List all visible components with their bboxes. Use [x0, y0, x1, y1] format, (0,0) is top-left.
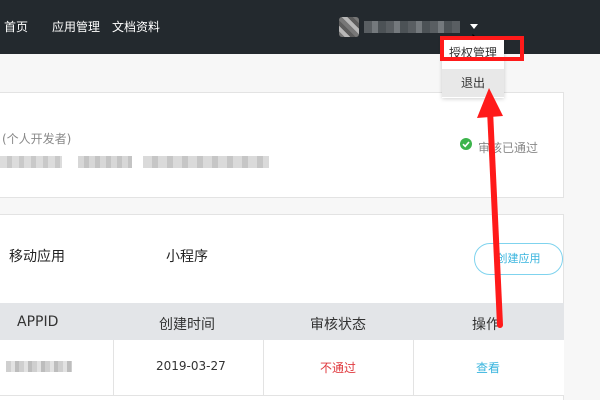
nav-app-management[interactable]: 应用管理: [52, 19, 100, 35]
created-date: 2019-03-27: [156, 359, 226, 373]
view-link[interactable]: 查看: [476, 359, 500, 376]
column-header-audit-status: 审核状态: [310, 317, 366, 333]
nav-docs[interactable]: 文档资料: [112, 19, 160, 35]
annotation-highlight-box: [440, 36, 524, 61]
column-divider: [113, 340, 114, 396]
appid-redacted: [6, 361, 72, 372]
tab-mini-programs[interactable]: 小程序: [166, 246, 208, 266]
tab-mobile-apps[interactable]: 移动应用: [9, 246, 65, 266]
redacted-info: [143, 156, 269, 168]
redacted-info: [0, 156, 62, 168]
nav-home[interactable]: 首页: [4, 19, 28, 35]
audit-status-fail: 不通过: [320, 361, 357, 375]
column-header-appid: APPID: [17, 314, 59, 330]
column-divider: [263, 340, 264, 396]
chevron-down-icon[interactable]: [470, 24, 478, 29]
column-header-created: 创建时间: [159, 317, 215, 333]
redacted-info: [78, 156, 132, 168]
avatar[interactable]: [339, 17, 359, 37]
annotation-arrow-icon: [477, 88, 503, 328]
column-divider: [413, 340, 414, 396]
developer-type: (个人开发者): [2, 132, 72, 146]
user-name-redacted[interactable]: [364, 21, 460, 33]
